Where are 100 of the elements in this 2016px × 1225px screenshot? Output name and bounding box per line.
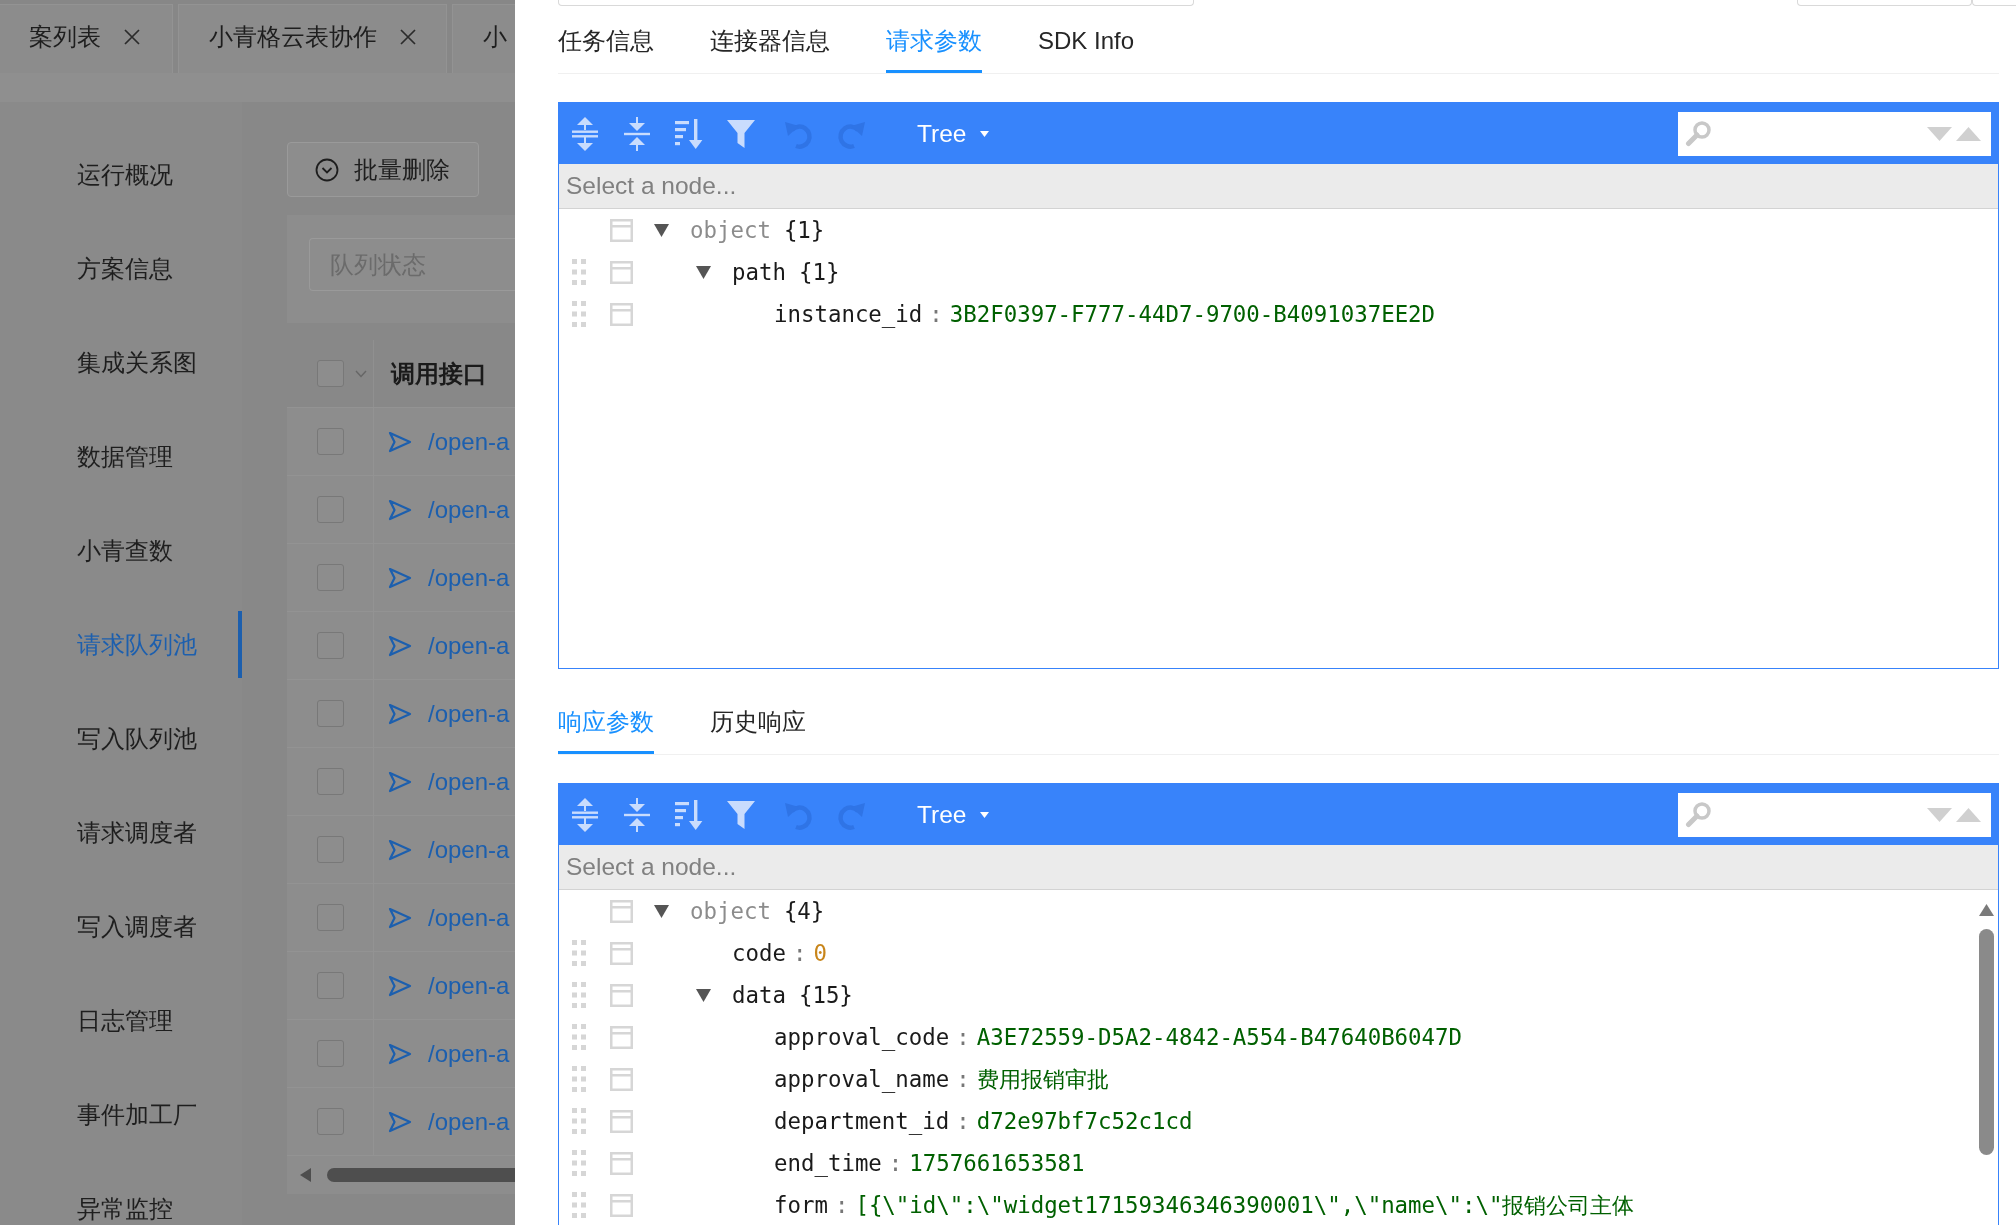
item-count: {1} bbox=[798, 259, 840, 285]
sidebar-item[interactable]: 异常监控 bbox=[0, 1175, 242, 1225]
grip-icon[interactable] bbox=[572, 1108, 586, 1134]
grip-icon[interactable] bbox=[572, 301, 586, 327]
item-count: {1} bbox=[783, 217, 825, 243]
search-icon bbox=[1685, 120, 1712, 147]
grip-icon[interactable] bbox=[572, 1024, 586, 1050]
page-tab[interactable]: 案列表 bbox=[0, 4, 173, 73]
search-field[interactable] bbox=[1678, 792, 1991, 837]
sidebar-item[interactable]: 请求调度者 bbox=[0, 799, 242, 866]
input-field[interactable] bbox=[1972, 0, 2016, 6]
caret-down-icon[interactable] bbox=[654, 223, 669, 237]
panel-icon[interactable] bbox=[610, 302, 633, 326]
panel-icon[interactable] bbox=[610, 1151, 633, 1175]
search-icon bbox=[1685, 801, 1712, 828]
sort-icon[interactable] bbox=[674, 797, 704, 832]
panel-icon[interactable] bbox=[610, 1025, 633, 1049]
sidebar-item[interactable]: 方案信息 bbox=[0, 235, 242, 302]
field-value[interactable]: 0 bbox=[813, 940, 827, 966]
caret-down-icon[interactable] bbox=[696, 265, 711, 279]
sidebar-item[interactable]: 数据管理 bbox=[0, 423, 242, 490]
field-value[interactable]: [{\"id\":\"widget17159346346390001\",\"name\":\"报销公司主体 bbox=[855, 1189, 1635, 1221]
send-icon bbox=[388, 702, 412, 725]
tab[interactable]: SDK Info bbox=[1038, 14, 1135, 73]
field-name[interactable]: end_time bbox=[774, 1150, 882, 1176]
expand-arrows-icon[interactable] bbox=[570, 797, 600, 832]
key-separator: : bbox=[928, 301, 944, 327]
sidebar-item[interactable]: 写入队列池 bbox=[0, 705, 242, 772]
tab[interactable]: 请求参数 bbox=[886, 14, 982, 73]
sidebar-item[interactable]: 运行概况 bbox=[0, 141, 242, 208]
panel-icon[interactable] bbox=[610, 941, 633, 965]
sort-icon[interactable] bbox=[674, 116, 704, 151]
grip-icon[interactable] bbox=[572, 1192, 586, 1218]
field-value[interactable]: 3B2F0397-F777-44D7-9700-B4091037EE2D bbox=[949, 301, 1436, 327]
close-icon[interactable] bbox=[124, 29, 140, 45]
key-separator: : bbox=[833, 1192, 850, 1218]
caret-down-icon[interactable] bbox=[654, 904, 669, 918]
field-name[interactable]: form bbox=[774, 1192, 828, 1218]
grip-icon[interactable] bbox=[572, 1150, 586, 1176]
send-icon bbox=[388, 566, 412, 589]
search-field[interactable] bbox=[1678, 111, 1991, 156]
collapse-arrows-icon[interactable] bbox=[622, 797, 652, 832]
sidebar-item[interactable]: 小青查数 bbox=[0, 517, 242, 584]
panel-icon[interactable] bbox=[610, 899, 633, 923]
scrollbar-thumb[interactable] bbox=[1979, 929, 1994, 1155]
scroll-up-icon[interactable] bbox=[1979, 904, 1994, 916]
field-name[interactable]: code bbox=[732, 940, 786, 966]
field-name[interactable]: instance_id bbox=[774, 301, 923, 327]
triangle-up-icon[interactable] bbox=[1956, 126, 1981, 141]
chevron-down-icon[interactable] bbox=[355, 369, 367, 378]
field-name[interactable]: department_id bbox=[774, 1108, 950, 1134]
collapse-arrows-icon[interactable] bbox=[622, 116, 652, 151]
caret-down-icon bbox=[980, 811, 990, 818]
grip-icon[interactable] bbox=[572, 1066, 586, 1092]
scrollbar-thumb[interactable] bbox=[327, 1168, 515, 1182]
input-field[interactable] bbox=[558, 0, 1194, 6]
field-name[interactable]: data bbox=[732, 982, 786, 1008]
panel-icon[interactable] bbox=[610, 1109, 633, 1133]
triangle-down-icon[interactable] bbox=[1927, 807, 1952, 822]
sidebar-item[interactable]: 集成关系图 bbox=[0, 329, 242, 396]
panel-icon[interactable] bbox=[610, 983, 633, 1007]
send-icon bbox=[388, 498, 412, 521]
field-name[interactable]: approval_name bbox=[774, 1066, 950, 1092]
input-field[interactable] bbox=[1797, 0, 1972, 6]
page-tab[interactable]: 小青格云表协作 bbox=[178, 4, 447, 73]
scroll-left-icon[interactable] bbox=[300, 1168, 311, 1182]
tab[interactable]: 历史响应 bbox=[710, 695, 806, 754]
close-icon[interactable] bbox=[400, 29, 416, 45]
grip-icon[interactable] bbox=[572, 259, 586, 285]
triangle-down-icon[interactable] bbox=[1927, 126, 1952, 141]
panel-icon[interactable] bbox=[610, 1067, 633, 1091]
send-icon bbox=[388, 1110, 412, 1133]
tab[interactable]: 连接器信息 bbox=[710, 14, 830, 73]
field-value[interactable]: d72e97bf7c52c1cd bbox=[976, 1108, 1193, 1134]
field-name[interactable]: object bbox=[690, 898, 771, 924]
expand-arrows-icon[interactable] bbox=[570, 116, 600, 151]
grip-icon[interactable] bbox=[572, 940, 586, 966]
field-value[interactable]: 1757661653581 bbox=[909, 1150, 1085, 1176]
mode-dropdown[interactable]: Tree bbox=[903, 113, 1004, 154]
field-value[interactable]: 费用报销审批 bbox=[976, 1063, 1109, 1095]
grip-icon[interactable] bbox=[572, 982, 586, 1008]
sidebar-item[interactable]: 写入调度者 bbox=[0, 893, 242, 960]
tab[interactable]: 响应参数 bbox=[558, 695, 654, 754]
panel-icon[interactable] bbox=[610, 1193, 633, 1217]
panel-icon[interactable] bbox=[610, 260, 633, 284]
key-separator: : bbox=[955, 1108, 971, 1134]
tab[interactable]: 任务信息 bbox=[558, 14, 654, 73]
panel-icon[interactable] bbox=[610, 218, 633, 242]
field-value[interactable]: A3E72559-D5A2-4842-A554-B47640B6047D bbox=[976, 1024, 1463, 1050]
mode-dropdown[interactable]: Tree bbox=[903, 794, 1004, 835]
batch-delete-button[interactable]: 批量删除 bbox=[287, 142, 479, 197]
caret-down-icon[interactable] bbox=[696, 988, 711, 1002]
key-separator: : bbox=[955, 1066, 971, 1092]
page-tab[interactable]: 小 bbox=[452, 4, 515, 73]
field-name[interactable]: path bbox=[732, 259, 786, 285]
field-name[interactable]: object bbox=[690, 217, 771, 243]
field-name[interactable]: approval_code bbox=[774, 1024, 950, 1050]
sidebar-item[interactable]: 日志管理 bbox=[0, 987, 242, 1054]
triangle-up-icon[interactable] bbox=[1956, 807, 1981, 822]
sidebar-item[interactable]: 事件加工厂 bbox=[0, 1081, 242, 1148]
